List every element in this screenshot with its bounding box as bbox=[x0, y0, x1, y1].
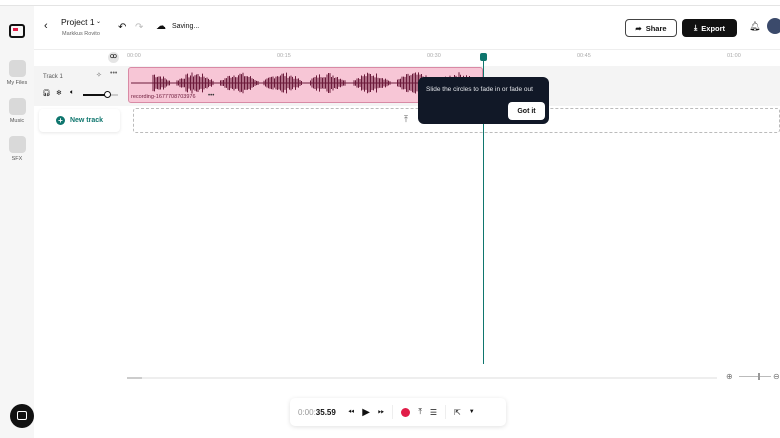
playhead-handle[interactable] bbox=[480, 53, 487, 61]
upload-icon: ⤒ bbox=[404, 114, 408, 124]
header: ‹ Project 1 ⌄ Markkus Rovito ↶ ↷ ☁ Savin… bbox=[34, 6, 780, 50]
more-icon[interactable]: ••• bbox=[110, 70, 117, 77]
plus-icon: + bbox=[55, 116, 65, 125]
export-button[interactable]: ⤓ Export bbox=[682, 19, 737, 37]
undo-icon[interactable]: ↶ bbox=[118, 22, 126, 33]
sfx-icon bbox=[8, 136, 26, 153]
bell-icon[interactable]: 🔔︎ bbox=[749, 21, 760, 32]
ruler-tick: 01:00 bbox=[727, 53, 741, 59]
ruler-tick: 00:00 bbox=[127, 53, 141, 59]
save-status: Saving... bbox=[172, 23, 200, 30]
new-track-button[interactable]: + New track bbox=[39, 109, 120, 132]
file-icon bbox=[8, 60, 26, 77]
download-icon: ⤓ bbox=[693, 23, 698, 32]
tooltip-text: Slide the circles to fade in or fade out bbox=[426, 86, 533, 93]
rail-item-my-files[interactable]: My Files bbox=[0, 60, 34, 86]
cursor-icon[interactable]: ⇱ bbox=[454, 408, 461, 417]
timeline-ruler[interactable]: 00:00 00:15 00:30 00:45 01:00 bbox=[127, 50, 780, 66]
chevron-down-icon[interactable]: ⌄ bbox=[96, 18, 101, 25]
owner-name: Markkus Rovito bbox=[62, 31, 100, 37]
rail-item-music[interactable]: Music bbox=[0, 98, 34, 124]
time-display: 0:00:35.59 bbox=[298, 407, 336, 417]
volume-icon[interactable]: 🔈︎ bbox=[70, 89, 74, 97]
fast-forward-icon[interactable]: ⏩︎ bbox=[378, 407, 384, 417]
record-button[interactable] bbox=[401, 407, 411, 417]
upload-icon[interactable]: ⤒ bbox=[418, 407, 422, 417]
divider bbox=[392, 405, 394, 419]
share-icon: ➦ bbox=[635, 23, 642, 33]
tooltip: Slide the circles to fade in or fade out… bbox=[418, 77, 549, 124]
horizontal-scrollbar[interactable] bbox=[127, 377, 717, 379]
chat-button[interactable] bbox=[10, 404, 34, 428]
avatar[interactable] bbox=[767, 18, 780, 34]
snap-icon[interactable]: ꝏ bbox=[108, 52, 119, 63]
transcript-icon[interactable]: ☰ bbox=[430, 408, 437, 417]
rewind-icon[interactable]: ⏪︎ bbox=[348, 407, 354, 417]
transport-bar: 0:00:35.59 ⏪︎ ▶ ⏩︎ ⤒ ☰ ⇱ ▼ bbox=[290, 398, 506, 426]
solo-icon[interactable]: ❄ bbox=[56, 89, 62, 97]
rail-item-sfx[interactable]: SFX bbox=[0, 136, 34, 162]
divider bbox=[445, 405, 447, 419]
music-icon bbox=[8, 98, 26, 115]
logo[interactable] bbox=[9, 24, 25, 38]
zoom-out-icon[interactable]: ⊖ bbox=[773, 372, 780, 381]
redo-icon[interactable]: ↷ bbox=[135, 22, 143, 33]
zoom-in-icon[interactable]: ⊕ bbox=[726, 372, 733, 381]
project-title[interactable]: Project 1 bbox=[61, 17, 95, 27]
track-name[interactable]: Track 1 bbox=[43, 74, 63, 80]
headphones-icon[interactable]: 🎧︎ bbox=[42, 89, 51, 97]
clip-name: recording-1677708703976 bbox=[131, 94, 196, 100]
play-icon[interactable]: ▶ bbox=[362, 407, 370, 418]
volume-slider[interactable] bbox=[83, 91, 118, 98]
left-rail: My Files Music SFX bbox=[0, 6, 34, 438]
track-header: Track 1 ✧ ••• 🎧︎ ❄ 🔈︎ bbox=[34, 66, 127, 106]
cloud-upload-icon: ☁ bbox=[156, 21, 166, 32]
chevron-down-icon[interactable]: ▼ bbox=[469, 409, 475, 415]
got-it-button[interactable]: Got it bbox=[508, 102, 545, 120]
back-icon[interactable]: ‹ bbox=[44, 20, 48, 32]
share-button[interactable]: ➦ Share bbox=[625, 19, 677, 37]
ruler-tick: 00:15 bbox=[277, 53, 291, 59]
zoom-slider[interactable] bbox=[739, 373, 771, 380]
ruler-tick: 00:45 bbox=[577, 53, 591, 59]
ruler-tick: 00:30 bbox=[427, 53, 441, 59]
effects-icon[interactable]: ✧ bbox=[96, 71, 102, 79]
clip-more-icon[interactable]: ••• bbox=[208, 93, 214, 99]
